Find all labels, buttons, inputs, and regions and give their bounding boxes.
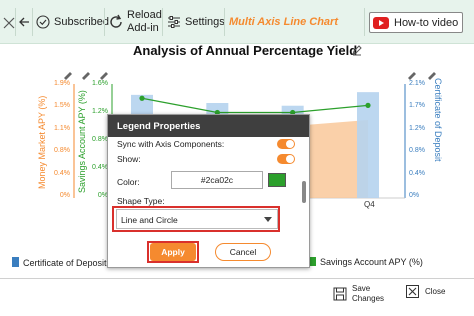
dialog-scrollbar-thumb[interactable] [302, 181, 306, 203]
x-tick-label: Q4 [364, 200, 375, 209]
dropdown-caret-icon [264, 217, 272, 222]
show-toggle[interactable] [277, 154, 295, 164]
axis-tick-label: 0% [409, 192, 420, 199]
color-label: Color: [117, 177, 140, 187]
save-changes-button[interactable]: Save Changes [333, 284, 384, 304]
edit-axis-2-pencil-icon [82, 72, 90, 80]
cd-swatch [12, 257, 19, 267]
axis-tick-label: 0.8% [92, 136, 108, 143]
shape-type-value: Line and Circle [121, 215, 178, 225]
cd-axis-title[interactable]: Certificate of Deposit [433, 78, 443, 162]
legend-cd-label: Certificate of Deposit [23, 258, 107, 268]
axis-pencil-icons [64, 72, 436, 80]
dialog-title: Legend Properties [108, 115, 309, 137]
shape-type-select[interactable]: Line and Circle [116, 209, 278, 229]
save-label: Save [352, 284, 371, 293]
money-market-axis-title[interactable]: Money Market APY (%) [37, 96, 47, 189]
axis-tick-label: 1.6% [92, 80, 108, 87]
color-swatch-picker[interactable] [268, 173, 286, 187]
cd-bar [357, 92, 379, 198]
axis-tick-label: 0% [59, 192, 70, 199]
cancel-button[interactable]: Cancel [215, 243, 271, 261]
axis-tick-label: 1.1% [54, 124, 70, 132]
close-label: Close [425, 287, 446, 296]
savings-axis-title[interactable]: Savings Account APY (%) [77, 90, 87, 193]
color-hex-input[interactable]: #2ca02c [171, 171, 263, 189]
axis-tick-label: 0.8% [409, 147, 425, 155]
save-icon [333, 287, 347, 301]
savings-point [365, 102, 371, 108]
axis-tick-label: 0.4% [409, 169, 425, 177]
axis-tick-label: 0% [97, 192, 108, 199]
close-button[interactable]: Close [406, 285, 445, 298]
edit-axis-4-pencil-icon [408, 72, 416, 80]
edit-axis-3-pencil-icon [100, 72, 108, 80]
show-label: Show: [117, 154, 141, 164]
axis-tick-label: 1.2% [92, 108, 108, 115]
sync-label: Sync with Axis Components: [117, 139, 225, 149]
legend-savings-label: Savings Account APY (%) [320, 257, 423, 267]
axis-tick-label: 0.4% [54, 169, 70, 177]
axis-tick-label: 2.1% [409, 80, 425, 87]
legend-properties-dialog: Legend Properties Sync with Axis Compone… [107, 114, 310, 268]
savings-line [141, 97, 369, 114]
apply-button[interactable]: Apply [150, 243, 196, 261]
footer-divider [0, 278, 474, 279]
axis-tick-label: 1.9% [54, 80, 70, 87]
axis-tick-label: 1.2% [409, 124, 425, 132]
close-icon [406, 285, 419, 298]
legend-item-savings[interactable]: Savings Account APY (%) [308, 257, 423, 267]
app-window: { "toolbar": { "subscribed_label": "Subs… [0, 0, 474, 316]
savings-point [139, 95, 145, 101]
edit-axis-1-pencil-icon [64, 72, 72, 80]
sync-toggle[interactable] [277, 139, 295, 149]
changes-label: Changes [352, 294, 385, 303]
axis-tick-label: 1.7% [409, 102, 425, 110]
legend-item-cd[interactable]: Certificate of Deposit [12, 257, 107, 268]
shape-type-label: Shape Type: [117, 196, 165, 206]
axis-tick-label: 0.4% [92, 164, 108, 171]
axis-tick-label: 0.8% [54, 147, 70, 155]
axis-tick-label: 1.5% [54, 102, 70, 110]
